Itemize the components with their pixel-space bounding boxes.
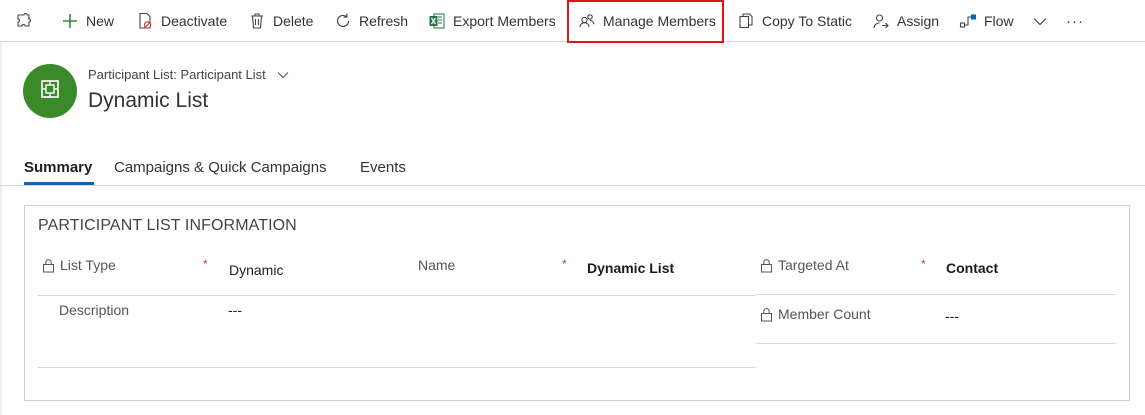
- nav-edge: [0, 42, 2, 415]
- puzzle-icon: [14, 11, 34, 31]
- copy-to-static-button[interactable]: Copy To Static: [736, 0, 852, 42]
- member-count-label-text: Member Count: [778, 306, 871, 322]
- required-marker: *: [203, 257, 208, 271]
- active-tab-indicator: [24, 182, 94, 185]
- description-field[interactable]: ---: [228, 302, 242, 318]
- lock-icon: [760, 307, 773, 322]
- refresh-button[interactable]: Refresh: [333, 0, 408, 42]
- row-divider: [756, 343, 1116, 344]
- export-members-button[interactable]: Export Members: [427, 0, 556, 42]
- copy-icon: [736, 11, 756, 31]
- targeted-at-label: Targeted At: [760, 257, 849, 273]
- tab-campaigns[interactable]: Campaigns & Quick Campaigns: [114, 159, 327, 186]
- flow-button[interactable]: Flow: [958, 0, 1050, 42]
- targeted-at-value: Contact: [946, 260, 999, 276]
- overflow-nav-button[interactable]: [14, 0, 40, 42]
- lock-icon: [42, 258, 55, 273]
- chevron-down-icon[interactable]: [1030, 11, 1050, 31]
- required-marker: *: [921, 257, 926, 271]
- assign-label: Assign: [897, 13, 940, 29]
- targeted-at-label-text: Targeted At: [778, 257, 849, 273]
- row-divider: [38, 295, 756, 296]
- member-count-value: ---: [945, 308, 959, 324]
- entity-form-label: Participant List: Participant List: [88, 67, 266, 82]
- delete-label: Delete: [273, 13, 314, 29]
- flow-icon: [958, 11, 978, 31]
- refresh-icon: [333, 11, 353, 31]
- export-members-label: Export Members: [453, 13, 556, 29]
- assign-button[interactable]: Assign: [871, 0, 939, 42]
- row-divider: [38, 367, 756, 368]
- tab-strip: Summary Campaigns & Quick Campaigns Even…: [0, 154, 1145, 186]
- more-commands-button[interactable]: ···: [1066, 0, 1084, 42]
- list-type-label: List Type: [42, 257, 116, 273]
- assign-icon: [871, 11, 891, 31]
- deactivate-label: Deactivate: [161, 13, 228, 29]
- excel-icon: [427, 11, 447, 31]
- name-field[interactable]: Dynamic List: [587, 260, 674, 276]
- new-button[interactable]: New: [60, 0, 114, 42]
- deactivate-button[interactable]: Deactivate: [135, 0, 227, 42]
- entity-avatar: [23, 64, 77, 118]
- trash-icon: [247, 11, 267, 31]
- description-label-text: Description: [59, 302, 130, 318]
- deactivate-icon: [135, 11, 155, 31]
- chevron-down-icon: [276, 68, 290, 82]
- plus-icon: [60, 11, 80, 31]
- form-selector[interactable]: Participant List: Participant List: [88, 67, 290, 82]
- row-divider: [756, 294, 1116, 295]
- tab-events[interactable]: Events: [360, 159, 406, 186]
- delete-button[interactable]: Delete: [247, 0, 313, 42]
- section-title: PARTICIPANT LIST INFORMATION: [38, 217, 297, 234]
- member-count-label: Member Count: [760, 306, 871, 322]
- name-label-text: Name: [418, 257, 456, 273]
- highlight-frame: [567, 0, 724, 43]
- new-label: New: [86, 13, 115, 29]
- refresh-label: Refresh: [359, 13, 409, 29]
- record-title: Dynamic List: [88, 89, 209, 112]
- description-label: Description: [59, 302, 129, 318]
- name-label: Name: [418, 257, 455, 273]
- required-marker: *: [562, 257, 567, 271]
- copy-to-static-label: Copy To Static: [762, 13, 853, 29]
- flow-label: Flow: [984, 13, 1014, 29]
- lock-icon: [760, 258, 773, 273]
- list-entity-icon: [39, 78, 61, 105]
- list-type-label-text: List Type: [60, 257, 116, 273]
- more-icon: ···: [1066, 12, 1084, 30]
- list-type-value: Dynamic: [229, 262, 284, 278]
